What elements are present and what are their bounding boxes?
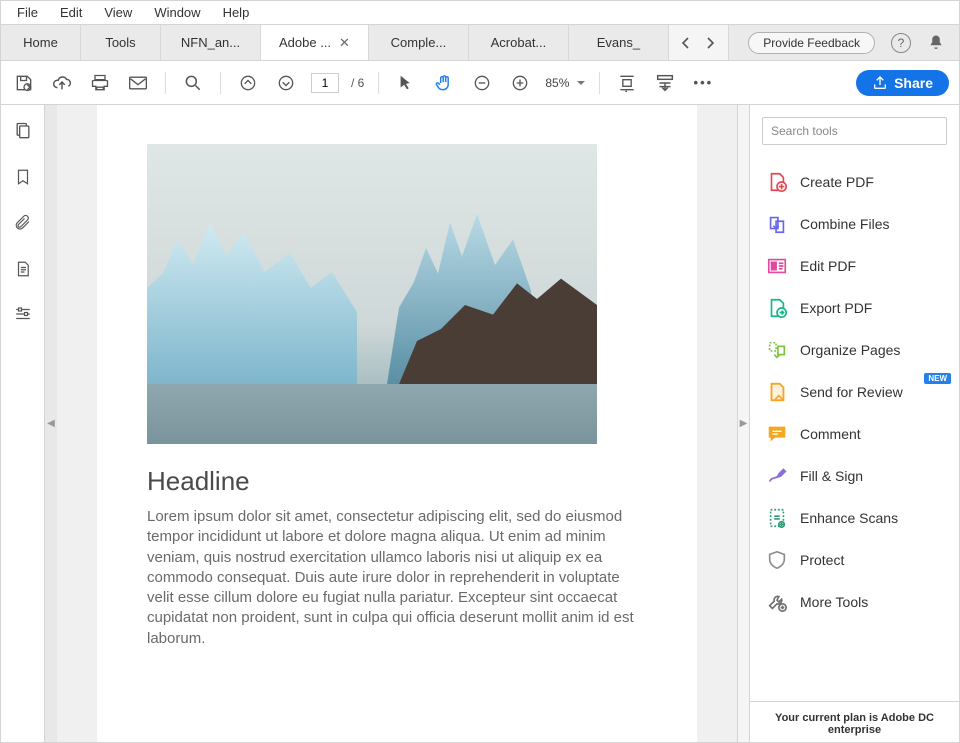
zoom-out-icon[interactable] bbox=[469, 70, 495, 96]
tool-list: Create PDF Combine Files Edit PDF Export PD… bbox=[750, 157, 959, 701]
select-tool-icon[interactable] bbox=[393, 70, 419, 96]
print-icon[interactable] bbox=[87, 70, 113, 96]
share-button[interactable]: Share bbox=[856, 70, 949, 96]
tool-icon bbox=[766, 591, 788, 613]
thumbnails-icon[interactable] bbox=[13, 121, 33, 141]
document-body: Lorem ipsum dolor sit amet, consectetur … bbox=[147, 507, 647, 649]
zoom-in-icon[interactable] bbox=[507, 70, 533, 96]
page-up-icon[interactable] bbox=[235, 70, 261, 96]
toolbar: / 6 85% ••• Share bbox=[1, 61, 959, 105]
help-icon[interactable]: ? bbox=[891, 33, 911, 53]
page-icon[interactable] bbox=[14, 259, 32, 279]
document-image bbox=[147, 144, 597, 444]
menu-view[interactable]: View bbox=[94, 3, 142, 22]
tool-icon bbox=[766, 213, 788, 235]
tab-next-icon[interactable] bbox=[705, 36, 715, 50]
menu-window[interactable]: Window bbox=[144, 3, 210, 22]
mail-icon[interactable] bbox=[125, 70, 151, 96]
tool-protect[interactable]: Protect bbox=[750, 539, 959, 581]
tool-label: Comment bbox=[800, 426, 861, 442]
tool-label: Enhance Scans bbox=[800, 510, 898, 526]
tool-icon bbox=[766, 171, 788, 193]
tool-icon bbox=[766, 381, 788, 403]
tab-document-0[interactable]: NFN_an... bbox=[161, 25, 261, 60]
menu-help[interactable]: Help bbox=[213, 3, 260, 22]
tab-bar: Home Tools NFN_an... Adobe ...✕ Comple..… bbox=[1, 25, 959, 61]
fit-width-icon[interactable] bbox=[614, 70, 640, 96]
page-down-icon[interactable] bbox=[273, 70, 299, 96]
menu-edit[interactable]: Edit bbox=[50, 3, 92, 22]
page-total-label: / 6 bbox=[351, 76, 364, 90]
tool-label: Organize Pages bbox=[800, 342, 900, 358]
tool-icon bbox=[766, 423, 788, 445]
new-badge: NEW bbox=[924, 373, 951, 384]
tool-icon bbox=[766, 465, 788, 487]
left-rail bbox=[1, 105, 45, 742]
tool-icon bbox=[766, 339, 788, 361]
tool-icon bbox=[766, 255, 788, 277]
options-icon[interactable] bbox=[13, 305, 33, 323]
tool-icon bbox=[766, 507, 788, 529]
document-canvas[interactable]: Headline Lorem ipsum dolor sit amet, con… bbox=[57, 105, 737, 742]
close-icon[interactable]: ✕ bbox=[339, 35, 350, 51]
bookmark-icon[interactable] bbox=[14, 167, 32, 187]
tool-label: Create PDF bbox=[800, 174, 874, 190]
save-icon[interactable] bbox=[11, 70, 37, 96]
tab-tools[interactable]: Tools bbox=[81, 25, 161, 60]
tool-combine-files[interactable]: Combine Files bbox=[750, 203, 959, 245]
document-headline: Headline bbox=[147, 466, 647, 497]
more-tools-icon[interactable]: ••• bbox=[690, 70, 716, 96]
tab-document-3[interactable]: Acrobat... bbox=[469, 25, 569, 60]
left-gutter-toggle[interactable]: ◀ bbox=[45, 105, 57, 742]
right-panel: Search tools Create PDF Combine Files Edit… bbox=[749, 105, 959, 742]
tool-edit-pdf[interactable]: Edit PDF bbox=[750, 245, 959, 287]
document-page: Headline Lorem ipsum dolor sit amet, con… bbox=[97, 105, 697, 742]
page-number-input[interactable] bbox=[311, 73, 339, 93]
tool-more-tools[interactable]: More Tools bbox=[750, 581, 959, 623]
main-area: ◀ Headline Lorem ipsum dolor sit amet, c… bbox=[1, 105, 959, 742]
tab-home[interactable]: Home bbox=[1, 25, 81, 60]
tab-prev-icon[interactable] bbox=[681, 36, 691, 50]
page-display-icon[interactable] bbox=[652, 70, 678, 96]
tool-label: Send for Review bbox=[800, 384, 903, 400]
search-tools-input[interactable]: Search tools bbox=[762, 117, 947, 145]
tool-label: More Tools bbox=[800, 594, 868, 610]
tool-label: Protect bbox=[800, 552, 844, 568]
tool-organize-pages[interactable]: Organize Pages bbox=[750, 329, 959, 371]
tool-label: Fill & Sign bbox=[800, 468, 863, 484]
tab-nav-arrows bbox=[669, 25, 729, 60]
tool-fill-sign[interactable]: Fill & Sign bbox=[750, 455, 959, 497]
tool-label: Combine Files bbox=[800, 216, 889, 232]
tool-label: Export PDF bbox=[800, 300, 872, 316]
tool-create-pdf[interactable]: Create PDF bbox=[750, 161, 959, 203]
search-icon[interactable] bbox=[180, 70, 206, 96]
right-gutter-toggle[interactable]: ▶ bbox=[737, 105, 749, 742]
hand-tool-icon[interactable] bbox=[431, 70, 457, 96]
tool-icon bbox=[766, 297, 788, 319]
tool-send-for-review[interactable]: Send for Review NEW bbox=[750, 371, 959, 413]
tool-export-pdf[interactable]: Export PDF bbox=[750, 287, 959, 329]
menu-file[interactable]: File bbox=[7, 3, 48, 22]
notifications-icon[interactable] bbox=[927, 34, 945, 52]
tab-document-4[interactable]: Evans_ bbox=[569, 25, 669, 60]
tool-label: Edit PDF bbox=[800, 258, 856, 274]
tab-document-2[interactable]: Comple... bbox=[369, 25, 469, 60]
attachment-icon[interactable] bbox=[14, 213, 32, 233]
provide-feedback-button[interactable]: Provide Feedback bbox=[748, 32, 875, 54]
tool-enhance-scans[interactable]: Enhance Scans bbox=[750, 497, 959, 539]
tab-document-1[interactable]: Adobe ...✕ bbox=[261, 25, 369, 60]
cloud-icon[interactable] bbox=[49, 70, 75, 96]
tool-comment[interactable]: Comment bbox=[750, 413, 959, 455]
menubar: File Edit View Window Help bbox=[1, 1, 959, 25]
plan-footer: Your current plan is Adobe DC enterprise bbox=[750, 701, 959, 742]
tool-icon bbox=[766, 549, 788, 571]
zoom-level-dropdown[interactable]: 85% bbox=[545, 76, 585, 90]
